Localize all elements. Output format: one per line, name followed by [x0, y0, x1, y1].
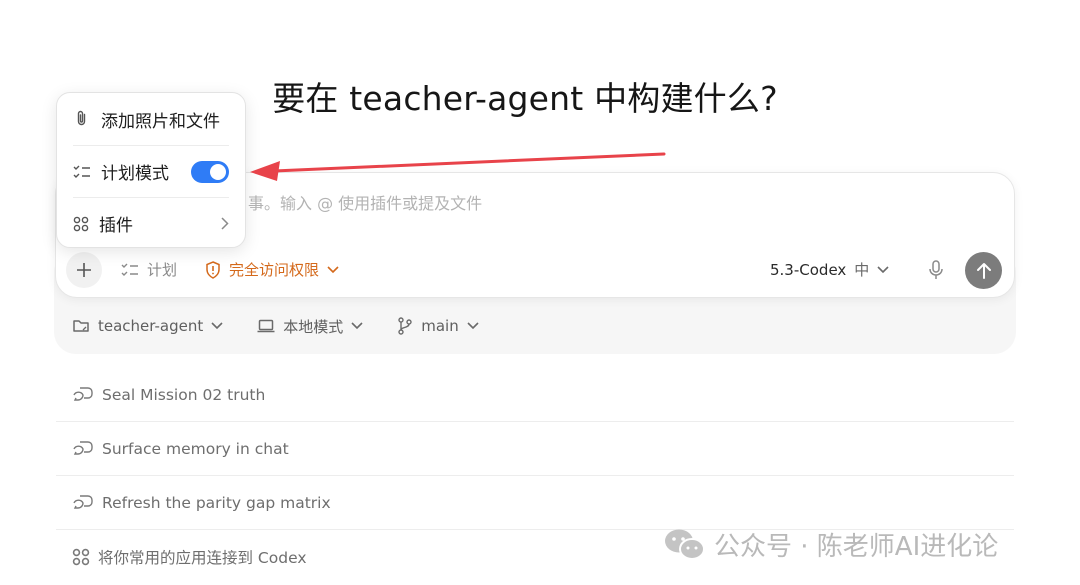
- chevron-down-icon: [877, 265, 889, 273]
- task-label: Seal Mission 02 truth: [102, 385, 266, 404]
- task-row[interactable]: Surface memory in chat: [56, 422, 1014, 476]
- plan-label: 计划: [147, 261, 178, 279]
- mode-label: 本地模式: [283, 317, 344, 336]
- laptop-icon: [257, 319, 275, 333]
- task-label: Refresh the parity gap matrix: [102, 493, 331, 512]
- grid-icon: [73, 216, 89, 231]
- access-permission-dropdown[interactable]: 完全访问权限: [205, 259, 339, 280]
- branch-selector[interactable]: main: [397, 317, 479, 335]
- chevron-down-icon: [351, 322, 363, 330]
- shield-warning-icon: [206, 260, 220, 279]
- plan-button[interactable]: 计划: [121, 259, 177, 280]
- chevron-down-icon: [211, 322, 223, 330]
- microphone-icon: [929, 260, 943, 279]
- menu-item-label: 插件: [99, 216, 133, 236]
- context-row: teacher-agent 本地模式 main: [72, 312, 479, 340]
- send-button[interactable]: [965, 252, 1002, 289]
- menu-item-plan-mode[interactable]: 计划模式: [73, 145, 229, 197]
- checklist-icon: [73, 165, 90, 178]
- effort-label: 中: [854, 261, 870, 279]
- task-label: Surface memory in chat: [102, 439, 289, 458]
- menu-item-label: 计划模式: [101, 164, 169, 184]
- chat-bubble-icon: [73, 386, 93, 401]
- project-selector[interactable]: teacher-agent: [72, 317, 223, 335]
- chat-bubble-icon: [73, 494, 93, 509]
- git-branch-icon: [398, 317, 412, 335]
- chevron-right-icon: [221, 217, 229, 230]
- project-label: teacher-agent: [98, 317, 204, 335]
- plan-mode-toggle[interactable]: [191, 160, 229, 183]
- add-menu-popup: 添加照片和文件 计划模式 插件: [56, 92, 246, 248]
- watermark-text: 公众号 · 陈老师AI进化论: [714, 532, 999, 562]
- model-label: 5.3-Codex: [770, 260, 847, 279]
- chevron-down-icon: [327, 265, 339, 273]
- plus-icon: [77, 263, 91, 277]
- task-label: 将你常用的应用连接到 Codex: [98, 549, 307, 567]
- chat-bubble-icon: [73, 440, 93, 455]
- watermark: 公众号 · 陈老师AI进化论: [664, 526, 998, 563]
- model-selector[interactable]: 5.3-Codex 中: [770, 259, 889, 280]
- branch-label: main: [421, 317, 459, 335]
- add-button[interactable]: [66, 252, 102, 288]
- checklist-icon: [121, 263, 138, 276]
- menu-item-add-photos-files[interactable]: 添加照片和文件: [73, 93, 229, 145]
- menu-item-label: 添加照片和文件: [101, 111, 220, 132]
- chevron-down-icon: [467, 322, 479, 330]
- mode-selector[interactable]: 本地模式: [257, 316, 363, 337]
- microphone-button[interactable]: [926, 259, 946, 285]
- grid-icon: [72, 548, 90, 566]
- paperclip-icon: [77, 110, 86, 126]
- task-row[interactable]: Seal Mission 02 truth: [56, 368, 1014, 422]
- wechat-icon: [665, 529, 705, 560]
- menu-item-plugins[interactable]: 插件: [73, 197, 229, 249]
- task-row[interactable]: Refresh the parity gap matrix: [56, 476, 1014, 530]
- folder-icon: [73, 320, 89, 332]
- access-label: 完全访问权限: [229, 261, 320, 279]
- annotation-arrow: [250, 152, 666, 181]
- prompt-input[interactable]: 事。输入 @ 使用插件或提及文件: [248, 190, 482, 214]
- arrow-up-icon: [976, 262, 991, 279]
